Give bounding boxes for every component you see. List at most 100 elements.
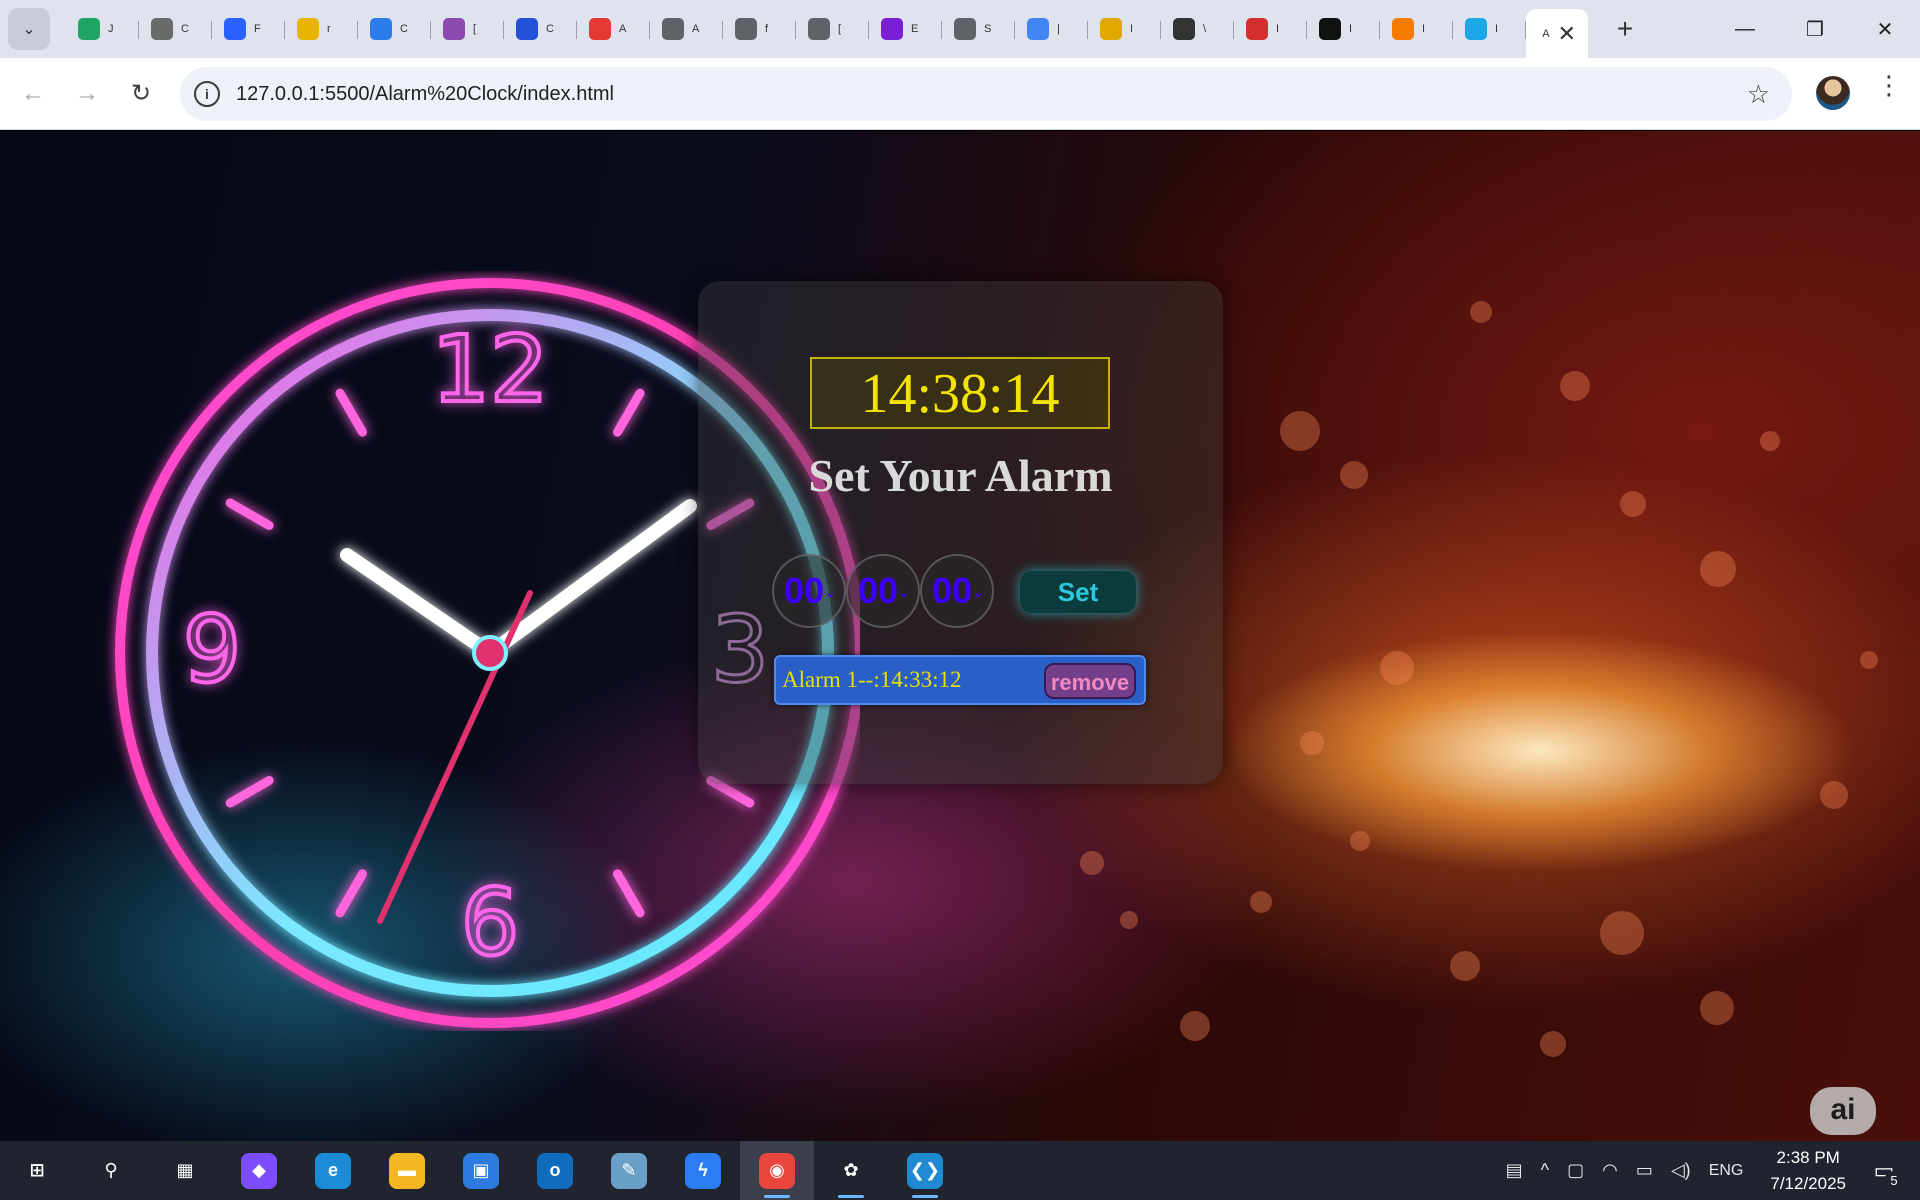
language-indicator[interactable]: ENG [1709, 1162, 1744, 1180]
browser-tab[interactable]: A [577, 9, 650, 49]
browser-tab[interactable]: F [212, 9, 285, 49]
taskbar-app[interactable]: ϟ [666, 1141, 740, 1200]
profile-avatar[interactable] [1816, 76, 1850, 110]
set-alarm-button[interactable]: Set [1020, 571, 1136, 613]
restore-button[interactable]: ❐ [1780, 0, 1850, 58]
bookmark-star-icon[interactable]: ☆ [1747, 79, 1770, 110]
browser-tab[interactable]: E [869, 9, 942, 49]
taskbar-app[interactable]: ✎ [592, 1141, 666, 1200]
bokeh-dot [1080, 851, 1104, 875]
bokeh-dot [1120, 911, 1138, 929]
menu-kebab-icon[interactable]: ⋮ [1876, 70, 1902, 101]
numeral-12: 12 [431, 316, 548, 423]
messenger-icon: ϟ [685, 1152, 721, 1189]
camera-icon[interactable]: ▢ [1567, 1160, 1584, 1181]
tab-title: I [1349, 23, 1353, 35]
github-icon [1319, 18, 1341, 40]
back-button[interactable]: ← [10, 71, 56, 117]
browser-tab[interactable]: | [1015, 9, 1088, 49]
book-icon [1100, 18, 1122, 40]
taskbar-app[interactable]: ⚲ [74, 1141, 148, 1200]
browser-tab[interactable]: C [139, 9, 212, 49]
spy-icon [1173, 18, 1195, 40]
volume-icon[interactable]: ◁) [1671, 1160, 1691, 1181]
taskbar-app[interactable]: ◉ [740, 1141, 814, 1200]
second-select[interactable]: 00 ⌄ [920, 554, 994, 628]
minute-select[interactable]: 00 ⌄ [846, 554, 920, 628]
tray-clock[interactable]: 2:38 PM 7/12/2025 [1770, 1145, 1846, 1197]
new-tab-button[interactable]: + [1604, 8, 1646, 50]
forward-button[interactable]: → [64, 71, 110, 117]
taskbar-app[interactable]: e [296, 1141, 370, 1200]
taskbar-app[interactable]: ✿ [814, 1141, 888, 1200]
taskbar-app[interactable]: o [518, 1141, 592, 1200]
bokeh-dot [1380, 651, 1414, 685]
chevron-up-icon[interactable]: ^ [1541, 1160, 1549, 1181]
hour-select[interactable]: 00 ⌄ [772, 554, 846, 628]
copilot-icon: ◆ [241, 1152, 277, 1189]
window-icon [1465, 18, 1487, 40]
close-icon[interactable]: ✕ [1558, 21, 1576, 47]
taskbar-app[interactable]: ◆ [222, 1141, 296, 1200]
tab-title: A [619, 23, 627, 35]
edge-icon: e [315, 1152, 351, 1189]
browser-tab[interactable]: J [66, 9, 139, 49]
bokeh-dot [1700, 551, 1736, 587]
bokeh-dot [1860, 651, 1878, 669]
site-info-icon[interactable]: i [194, 81, 220, 107]
tab-active[interactable]: A ✕ [1526, 9, 1588, 59]
browser-tab[interactable]: S [942, 9, 1015, 49]
globe-icon [662, 18, 684, 40]
taskbar-app[interactable]: ▬ [370, 1141, 444, 1200]
tray-time: 2:38 PM [1776, 1147, 1840, 1167]
close-window-button[interactable]: ✕ [1850, 0, 1920, 58]
browser-tab[interactable]: I [1234, 9, 1307, 49]
battery-icon[interactable]: ▭ [1636, 1160, 1653, 1181]
tab-title: f [765, 23, 769, 35]
reload-button[interactable]: ↻ [118, 71, 164, 117]
ai-assistant-button[interactable]: ai [1810, 1087, 1876, 1135]
news-widget-icon[interactable]: ▤ [1506, 1160, 1523, 1181]
address-bar[interactable]: i 127.0.0.1:5500/Alarm%20Clock/index.htm… [180, 67, 1792, 121]
alarm-label: Alarm 1--:14:33:12 [782, 667, 962, 692]
tab-list: J C Fr C [C A Af [E S | I \ I I I I [66, 0, 1526, 58]
browser-tab[interactable]: f [723, 9, 796, 49]
chevron-down-icon: ⌄ [972, 584, 984, 600]
gauge-icon [1246, 18, 1268, 40]
clock-tick [613, 869, 645, 918]
tab-search-button[interactable]: ⌄ [8, 8, 50, 50]
taskbar-app[interactable]: ⊞ [0, 1141, 74, 1200]
taskbar-app[interactable]: ❮❯ [888, 1141, 962, 1200]
browser-tab[interactable]: C [504, 9, 577, 49]
taskbar-app[interactable]: ▦ [148, 1141, 222, 1200]
google-icon [1027, 18, 1049, 40]
browser-tab[interactable]: A [650, 9, 723, 49]
browser-tab[interactable]: I [1380, 9, 1453, 49]
system-tray: ▤ ^ ▢ ◠ ▭ ◁) ENG 2:38 PM 7/12/2025 ▭ 5 [1497, 1141, 1920, 1200]
taskbar-app[interactable]: ▣ [444, 1141, 518, 1200]
tab-title: [ [838, 23, 842, 35]
browser-tab[interactable]: I [1453, 9, 1526, 49]
browser-tab[interactable]: r [285, 9, 358, 49]
browser-tab[interactable]: [ [796, 9, 869, 49]
browser-tab[interactable]: C [358, 9, 431, 49]
task-view-icon: ▦ [176, 1160, 194, 1180]
wifi-icon[interactable]: ◠ [1602, 1160, 1618, 1181]
browser-tab[interactable]: \ [1161, 9, 1234, 49]
tab-title: r [327, 23, 331, 35]
url-text[interactable]: 127.0.0.1:5500/Alarm%20Clock/index.html [236, 83, 614, 106]
notification-button[interactable]: ▭ 5 [1864, 1151, 1904, 1191]
browser-tab[interactable]: I [1088, 9, 1161, 49]
active-tab-title: A [1542, 28, 1550, 40]
vscode-icon: ❮❯ [907, 1152, 943, 1189]
tab-title: C [400, 23, 408, 35]
remove-alarm-button[interactable]: remove [1044, 663, 1136, 699]
minimize-button[interactable]: — [1710, 0, 1780, 58]
browser-tab[interactable]: I [1307, 9, 1380, 49]
browser-tab[interactable]: [ [431, 9, 504, 49]
numeral-6: 6 [461, 869, 520, 976]
tab-title: \ [1203, 23, 1207, 35]
clock-tick [335, 388, 367, 437]
list-item: Alarm 1--:14:33:12 remove [774, 655, 1146, 705]
chevron-down-icon: ⌄ [22, 21, 36, 38]
